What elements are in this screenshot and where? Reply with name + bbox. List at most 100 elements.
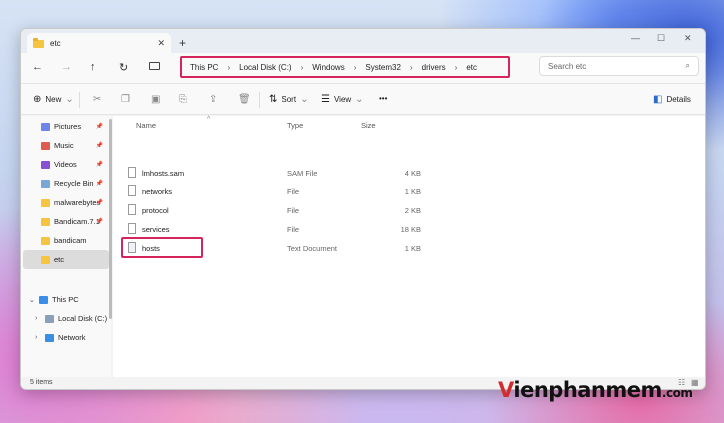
sort-button[interactable]: ⇅ Sort ⌄ (269, 94, 308, 105)
rename-icon[interactable]: ⎘ (179, 94, 187, 105)
new-label: New (45, 95, 62, 104)
file-type: Text Document (287, 244, 338, 253)
tree-item-local-disk[interactable]: › Local Disk (C:) (23, 309, 109, 328)
file-name: networks (142, 187, 173, 196)
file-size: 1 KB (404, 244, 421, 253)
column-header-type[interactable]: Type (287, 121, 303, 130)
sidebar-item-bandicam[interactable]: bandicam (23, 231, 109, 250)
computer-icon (149, 62, 160, 70)
sidebar-item-music[interactable]: Music 📌 (23, 136, 109, 155)
view-button[interactable]: ☰ View ⌄ (321, 94, 364, 105)
sidebar-item-label: Bandicam.7.1 (54, 217, 100, 226)
sidebar-item-pictures[interactable]: Pictures 📌 (23, 117, 109, 136)
breadcrumb-local-disk[interactable]: Local Disk (C:) (239, 63, 291, 72)
file-icon (128, 223, 136, 234)
delete-icon[interactable]: 🗑 (238, 94, 251, 105)
file-row-protocol[interactable]: protocol File 2 KB (113, 202, 533, 220)
file-list: Name ^ Type Size lmhosts.sam SAM File 4 … (113, 116, 705, 377)
file-type: File (287, 206, 300, 215)
breadcrumb-system32[interactable]: System32 (365, 63, 401, 72)
breadcrumb-etc[interactable]: etc (466, 63, 477, 72)
back-button[interactable]: ← (32, 61, 43, 73)
folder-icon (33, 37, 44, 48)
chevron-right-icon: › (300, 62, 304, 72)
tab-label: etc (50, 39, 61, 48)
pin-icon: 📌 (95, 143, 103, 149)
file-icon (128, 185, 136, 196)
new-tab-button[interactable]: + (179, 36, 186, 50)
forward-button[interactable]: → (61, 61, 72, 73)
chevron-down-icon[interactable]: ⌄ (29, 296, 39, 304)
view-label: View (333, 95, 352, 104)
breadcrumb-drivers[interactable]: drivers (422, 63, 446, 72)
sidebar-item-label: Music (54, 141, 74, 150)
search-icon: ⌕ (685, 61, 690, 70)
file-icon (128, 167, 136, 178)
folder-icon (41, 255, 50, 264)
file-size: 18 KB (400, 225, 421, 234)
search-box[interactable]: Search etc ⌕ (539, 56, 699, 76)
sidebar-item-label: Videos (54, 160, 77, 169)
computer-icon (39, 295, 48, 304)
new-button[interactable]: ⊕ New ⌄ (33, 94, 74, 105)
chevron-right-icon[interactable]: › (35, 334, 45, 341)
column-header-name[interactable]: Name (136, 121, 156, 130)
minimize-button[interactable]: — (631, 33, 640, 43)
close-window-button[interactable]: ✕ (684, 33, 692, 44)
search-input[interactable]: Search etc (548, 62, 686, 71)
refresh-button[interactable]: ↻ (119, 61, 128, 74)
recycle-bin-icon (41, 179, 50, 188)
title-bar: etc ✕ + — ☐ ✕ (21, 29, 705, 54)
share-icon[interactable]: ⇪ (209, 94, 217, 105)
music-icon (41, 141, 50, 150)
command-bar: ⊕ New ⌄ ✂ ❐ ▣ ⎘ ⇪ 🗑 ⇅ Sort ⌄ ☰ View ⌄ ••… (21, 83, 705, 115)
file-explorer-window: etc ✕ + — ☐ ✕ ← → ↑ ↻ This PC › Local Di… (20, 28, 706, 390)
copy-icon[interactable]: ❐ (121, 94, 130, 105)
folder-icon (41, 217, 50, 226)
folder-icon (41, 198, 50, 207)
tab-close-icon[interactable]: ✕ (157, 38, 165, 49)
tree-item-network[interactable]: › Network (23, 328, 109, 347)
sidebar-item-label: malwarebytes (54, 198, 101, 207)
file-row-networks[interactable]: networks File 1 KB (113, 183, 533, 201)
pin-icon: 📌 (95, 124, 103, 130)
address-row: ← → ↑ ↻ This PC › Local Disk (C:) › Wind… (21, 53, 705, 83)
details-pane-icon: ◧ (653, 94, 663, 105)
paste-icon[interactable]: ▣ (151, 94, 160, 105)
breadcrumb-this-pc[interactable]: This PC (190, 63, 218, 72)
divider (259, 92, 260, 108)
sidebar-item-label: Pictures (54, 122, 82, 131)
network-icon (45, 333, 54, 342)
item-count: 5 items (30, 379, 53, 386)
tree-item-label: This PC (52, 295, 79, 304)
file-icon (128, 204, 136, 215)
up-button[interactable]: ↑ (90, 61, 96, 73)
sidebar-scrollbar[interactable] (109, 119, 112, 319)
file-type: SAM File (287, 169, 318, 178)
file-size: 2 KB (404, 206, 421, 215)
folder-icon (41, 236, 50, 245)
divider (79, 92, 80, 108)
column-header-size[interactable]: Size (361, 121, 376, 130)
chevron-down-icon: ⌄ (300, 94, 309, 105)
more-options-button[interactable]: ••• (379, 94, 387, 103)
breadcrumb[interactable]: This PC › Local Disk (C:) › Windows › Sy… (180, 56, 510, 78)
chevron-right-icon[interactable]: › (35, 315, 45, 322)
file-size: 4 KB (404, 169, 421, 178)
sidebar-item-bandicam-7-1[interactable]: Bandicam.7.1 📌 (23, 212, 109, 231)
details-button[interactable]: ◧ Details (653, 94, 691, 105)
videos-icon (41, 160, 50, 169)
sidebar-item-videos[interactable]: Videos 📌 (23, 155, 109, 174)
sidebar-item-recycle-bin[interactable]: Recycle Bin 📌 (23, 174, 109, 193)
chevron-down-icon: ⌄ (355, 94, 364, 105)
maximize-button[interactable]: ☐ (657, 33, 665, 44)
sidebar-item-etc[interactable]: etc (23, 250, 109, 269)
file-row-lmhosts[interactable]: lmhosts.sam SAM File 4 KB (113, 165, 533, 183)
tab-etc[interactable]: etc ✕ (27, 33, 171, 54)
breadcrumb-windows[interactable]: Windows (312, 63, 344, 72)
chevron-right-icon: › (409, 62, 413, 72)
tree-item-label: Network (58, 333, 86, 342)
sidebar-item-malwarebytes[interactable]: malwarebytes 📌 (23, 193, 109, 212)
tree-item-this-pc[interactable]: ⌄ This PC (23, 290, 109, 309)
cut-icon[interactable]: ✂ (93, 94, 101, 105)
